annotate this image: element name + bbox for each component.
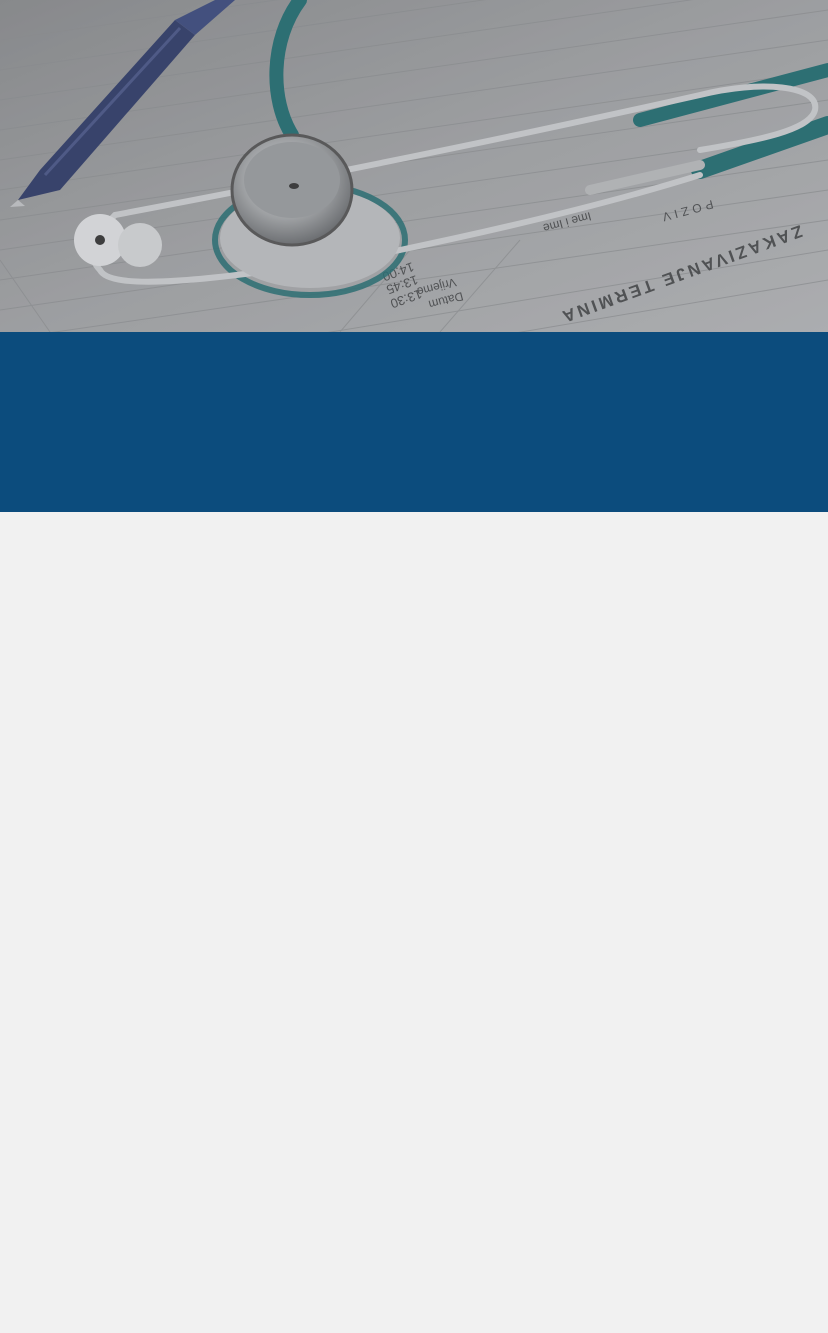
main-content [0, 512, 828, 1333]
hero-image: ZAKAZIVANJE TERMINA POZIV Ime i Ime Datu… [0, 0, 828, 332]
title-banner [0, 332, 828, 512]
hero-photo-illustration: ZAKAZIVANJE TERMINA POZIV Ime i Ime Datu… [0, 0, 828, 332]
hero-overlay [0, 0, 828, 332]
